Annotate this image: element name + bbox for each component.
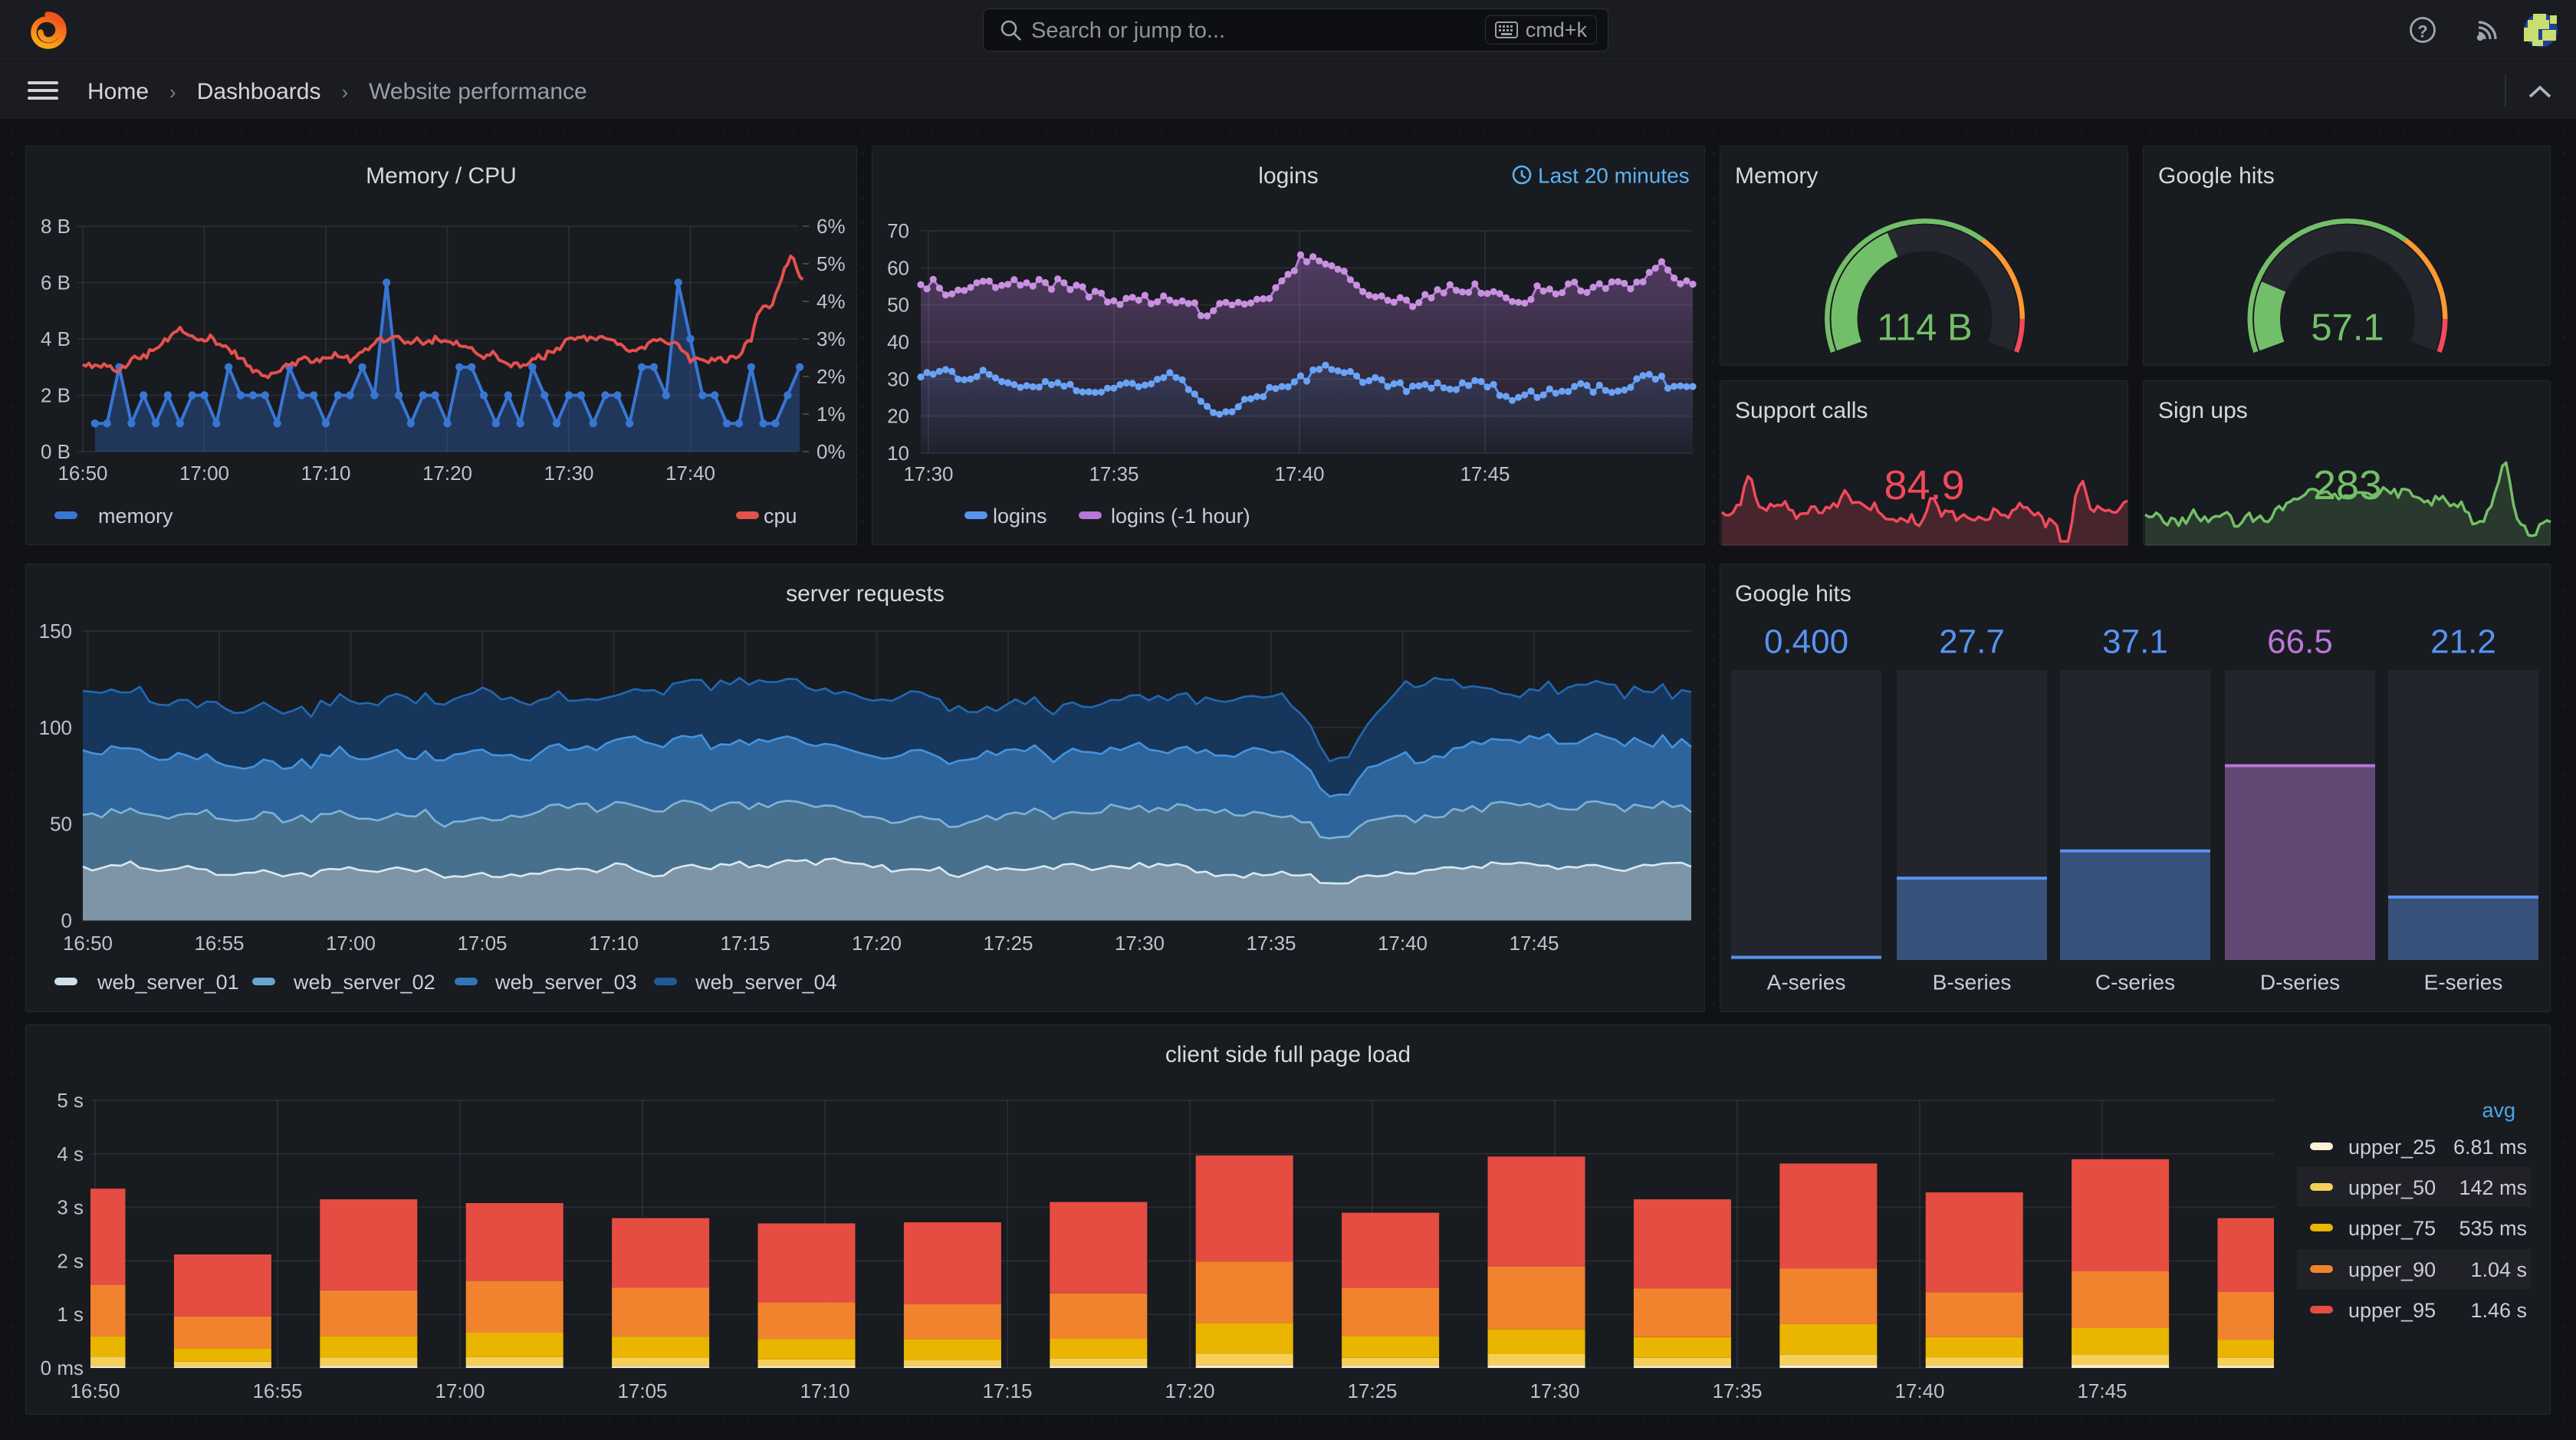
svg-text:16:50: 16:50 xyxy=(70,1379,120,1402)
svg-text:E-series: E-series xyxy=(2424,971,2503,995)
svg-text:17:20: 17:20 xyxy=(852,932,902,955)
svg-text:17:20: 17:20 xyxy=(1165,1379,1214,1402)
svg-text:cpu: cpu xyxy=(764,505,797,528)
svg-text:17:45: 17:45 xyxy=(1460,462,1510,485)
svg-text:?: ? xyxy=(2417,22,2427,41)
svg-text:17:10: 17:10 xyxy=(589,932,639,955)
svg-text:21.2: 21.2 xyxy=(2430,623,2496,661)
svg-text:70: 70 xyxy=(887,219,909,242)
svg-text:150: 150 xyxy=(39,620,72,643)
svg-text:4 B: 4 B xyxy=(41,327,71,350)
svg-text:web_server_04: web_server_04 xyxy=(695,971,837,994)
svg-text:upper_90: upper_90 xyxy=(2348,1258,2436,1281)
svg-text:17:05: 17:05 xyxy=(617,1379,667,1402)
svg-text:60: 60 xyxy=(887,256,909,279)
svg-text:upper_50: upper_50 xyxy=(2348,1176,2436,1199)
svg-text:283: 283 xyxy=(2313,462,2382,508)
svg-text:17:10: 17:10 xyxy=(800,1379,849,1402)
svg-text:logins: logins xyxy=(993,505,1047,528)
svg-text:16:50: 16:50 xyxy=(63,932,113,955)
svg-text:1 s: 1 s xyxy=(57,1303,84,1326)
svg-text:17:40: 17:40 xyxy=(665,462,715,485)
svg-text:avg: avg xyxy=(2482,1099,2515,1122)
svg-text:web_server_03: web_server_03 xyxy=(495,971,637,994)
svg-text:6%: 6% xyxy=(816,215,846,238)
svg-text:17:05: 17:05 xyxy=(457,932,507,955)
svg-text:17:00: 17:00 xyxy=(435,1379,485,1402)
svg-text:5%: 5% xyxy=(816,252,846,275)
svg-text:17:35: 17:35 xyxy=(1712,1379,1762,1402)
svg-text:37.1: 37.1 xyxy=(2102,623,2168,661)
svg-text:upper_25: upper_25 xyxy=(2348,1136,2436,1159)
svg-text:C-series: C-series xyxy=(2095,971,2175,995)
svg-text:17:20: 17:20 xyxy=(422,462,472,485)
svg-text:535 ms: 535 ms xyxy=(2459,1217,2527,1240)
svg-text:logins (-1 hour): logins (-1 hour) xyxy=(1111,505,1250,528)
svg-text:4%: 4% xyxy=(816,290,846,313)
svg-text:6 B: 6 B xyxy=(41,271,71,294)
svg-text:upper_95: upper_95 xyxy=(2348,1299,2436,1322)
svg-text:web_server_02: web_server_02 xyxy=(293,971,435,994)
svg-text:web_server_01: web_server_01 xyxy=(97,971,239,994)
svg-text:0.400: 0.400 xyxy=(1764,623,1848,661)
svg-text:1%: 1% xyxy=(816,403,846,426)
svg-text:D-series: D-series xyxy=(2260,971,2340,995)
svg-text:2 s: 2 s xyxy=(57,1249,84,1272)
svg-text:Last 20 minutes: Last 20 minutes xyxy=(1538,164,1690,188)
svg-text:17:40: 17:40 xyxy=(1378,932,1428,955)
svg-text:0 ms: 0 ms xyxy=(41,1356,84,1379)
svg-text:B-series: B-series xyxy=(1933,971,2012,995)
svg-text:memory: memory xyxy=(98,505,173,528)
svg-text:17:40: 17:40 xyxy=(1894,1379,1944,1402)
svg-text:6.81 ms: 6.81 ms xyxy=(2453,1136,2527,1159)
svg-text:17:35: 17:35 xyxy=(1246,932,1296,955)
svg-text:50: 50 xyxy=(50,813,72,836)
svg-text:40: 40 xyxy=(887,330,909,353)
svg-text:17:30: 17:30 xyxy=(544,462,593,485)
svg-text:17:30: 17:30 xyxy=(1530,1379,1579,1402)
svg-text:17:15: 17:15 xyxy=(982,1379,1032,1402)
svg-text:17:00: 17:00 xyxy=(179,462,229,485)
svg-text:17:45: 17:45 xyxy=(2077,1379,2127,1402)
svg-text:3 s: 3 s xyxy=(57,1196,84,1219)
svg-text:27.7: 27.7 xyxy=(1939,623,2005,661)
svg-text:5 s: 5 s xyxy=(57,1089,84,1112)
svg-text:17:00: 17:00 xyxy=(326,932,376,955)
svg-text:84.9: 84.9 xyxy=(1884,462,1964,508)
svg-text:100: 100 xyxy=(39,716,72,739)
svg-text:114 B: 114 B xyxy=(1877,307,1972,349)
svg-text:1.46 s: 1.46 s xyxy=(2470,1299,2527,1322)
svg-text:4 s: 4 s xyxy=(57,1142,84,1165)
svg-text:17:30: 17:30 xyxy=(903,462,953,485)
svg-text:0 B: 0 B xyxy=(41,440,71,463)
svg-text:16:55: 16:55 xyxy=(194,932,244,955)
svg-text:17:30: 17:30 xyxy=(1115,932,1165,955)
svg-text:3%: 3% xyxy=(816,327,846,350)
svg-text:upper_75: upper_75 xyxy=(2348,1217,2436,1240)
svg-text:17:25: 17:25 xyxy=(1347,1379,1397,1402)
svg-text:A-series: A-series xyxy=(1767,971,1846,995)
svg-text:20: 20 xyxy=(887,405,909,428)
svg-text:2 B: 2 B xyxy=(41,384,71,407)
svg-text:0: 0 xyxy=(61,909,72,932)
svg-text:17:15: 17:15 xyxy=(720,932,770,955)
svg-text:30: 30 xyxy=(887,367,909,390)
svg-text:1.04 s: 1.04 s xyxy=(2470,1258,2527,1281)
svg-text:50: 50 xyxy=(887,294,909,317)
svg-text:57.1: 57.1 xyxy=(2311,307,2384,349)
svg-text:17:45: 17:45 xyxy=(1509,932,1559,955)
svg-text:2%: 2% xyxy=(816,365,846,388)
svg-text:8 B: 8 B xyxy=(41,215,71,238)
svg-text:17:35: 17:35 xyxy=(1089,462,1138,485)
svg-text:16:50: 16:50 xyxy=(58,462,107,485)
svg-text:10: 10 xyxy=(887,442,909,465)
svg-text:0%: 0% xyxy=(816,440,846,463)
svg-text:17:10: 17:10 xyxy=(301,462,350,485)
svg-text:66.5: 66.5 xyxy=(2267,623,2333,661)
svg-text:17:25: 17:25 xyxy=(983,932,1033,955)
svg-text:17:40: 17:40 xyxy=(1274,462,1324,485)
svg-text:16:55: 16:55 xyxy=(252,1379,302,1402)
svg-text:142 ms: 142 ms xyxy=(2459,1176,2527,1199)
